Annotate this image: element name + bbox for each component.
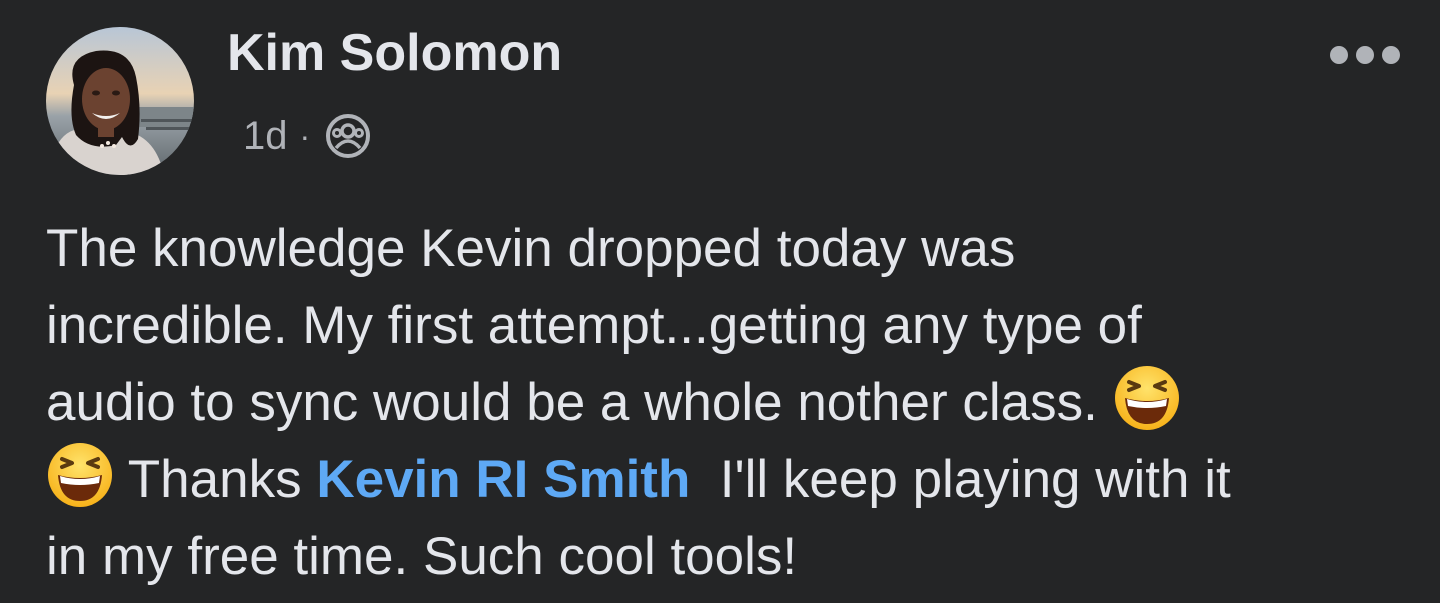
post-meta: 1d · <box>243 108 372 164</box>
author-name[interactable]: Kim Solomon <box>227 22 562 84</box>
post-text-line: audio to sync would be a whole nother cl… <box>46 364 1416 441</box>
grinning-squinting-face-icon <box>46 441 114 509</box>
grinning-squinting-face-icon <box>1113 364 1181 432</box>
mention-link[interactable]: Kevin RI Smith <box>316 450 690 509</box>
post-timestamp[interactable]: 1d <box>243 114 288 159</box>
meta-separator: · <box>299 117 311 154</box>
more-options-button[interactable] <box>1320 30 1410 80</box>
post-text-line: The knowledge Kevin dropped today was <box>46 219 1016 278</box>
post-text-segment: I'll keep playing with it <box>719 450 1231 509</box>
post-text-line: incredible. My first attempt...getting a… <box>46 296 1142 355</box>
author-avatar[interactable] <box>46 27 194 175</box>
avatar-photo <box>46 27 194 175</box>
friends-icon[interactable] <box>324 112 372 160</box>
more-options-icon <box>1330 46 1400 64</box>
post-text-line: Thanks Kevin RI Smith I'll keep playing … <box>46 441 1416 518</box>
post-text-line: in my free time. Such cool tools! <box>46 527 798 586</box>
post-text-segment: Thanks <box>127 450 302 509</box>
post-body: The knowledge Kevin dropped today was in… <box>46 210 1416 595</box>
post-card: Kim Solomon 1d · The knowledge Kevin dro… <box>0 0 1440 603</box>
post-text-segment: audio to sync would be a whole nother cl… <box>46 373 1098 432</box>
